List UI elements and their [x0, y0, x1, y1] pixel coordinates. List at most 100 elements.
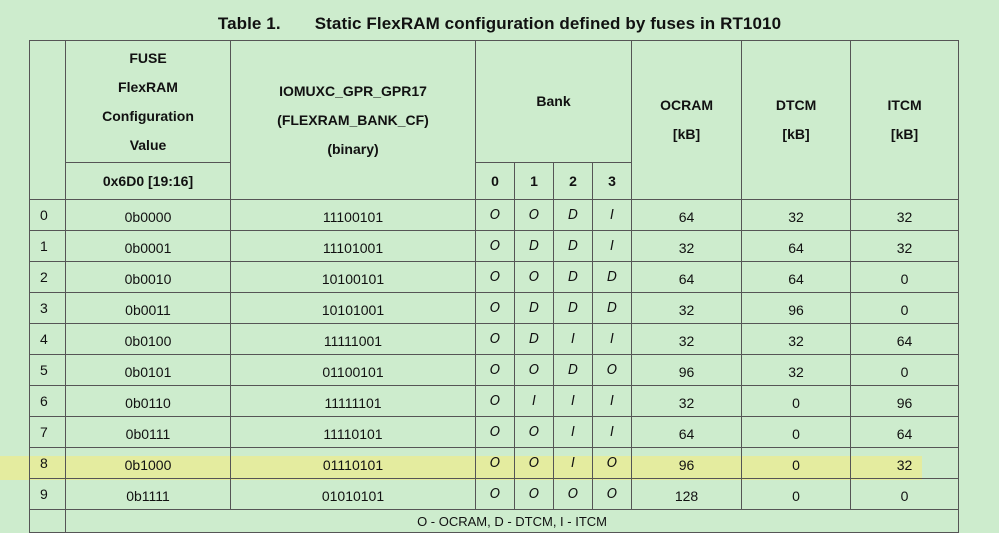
legend-empty-cell [29, 509, 66, 533]
bank-1-value: D [514, 323, 554, 355]
fuse-value: 0b0110 [65, 385, 231, 417]
register-header: IOMUXC_GPR_GPR17 (FLEXRAM_BANK_CF) (bina… [230, 40, 476, 200]
bank-1-value: D [514, 230, 554, 262]
ocram-header-line: OCRAM [660, 97, 713, 113]
dtcm-value: 0 [741, 385, 852, 417]
itcm-value: 32 [850, 230, 960, 262]
bank-0-value: O [475, 354, 515, 386]
fuse-header-line: Configuration [102, 107, 194, 124]
itcm-value: 64 [850, 323, 960, 355]
row-index: 1 [29, 230, 66, 262]
ocram-value: 96 [631, 447, 743, 479]
itcm-header-line: [kB] [890, 126, 919, 142]
itcm-value: 0 [850, 354, 960, 386]
fuse-value: 0b0111 [65, 416, 231, 448]
row-index: 6 [29, 385, 66, 417]
ocram-value: 64 [631, 261, 743, 293]
fuse-header-line: FlexRAM [118, 78, 178, 95]
dtcm-value: 32 [741, 199, 852, 231]
dtcm-value: 0 [741, 416, 852, 448]
bank-1-value: O [514, 261, 554, 293]
dtcm-value: 96 [741, 292, 852, 324]
fuse-value: 0b0010 [65, 261, 231, 293]
bank-1-value: O [514, 447, 554, 479]
fuse-value: 0b1000 [65, 447, 231, 479]
index-header-cell [29, 40, 66, 200]
fuse-value: 0b1111 [65, 478, 231, 510]
binary-value: 11100101 [230, 199, 476, 231]
binary-value: 01010101 [230, 478, 476, 510]
row-index: 5 [29, 354, 66, 386]
row-index: 8 [29, 447, 66, 479]
table-row: 5 0b0101 01100101 O O D O 96 32 0 [29, 354, 960, 386]
fuse-value: 0b0100 [65, 323, 231, 355]
bank-2-value: D [553, 354, 593, 386]
bank-2-value: D [553, 261, 593, 293]
ocram-header: OCRAM [kB] [631, 40, 743, 200]
table-row: 8 0b1000 01110101 O O I O 96 0 32 [29, 447, 960, 479]
fuse-value: 0b0001 [65, 230, 231, 262]
table-row: 4 0b0100 11111001 O D I I 32 32 64 [29, 323, 960, 355]
register-header-line: (binary) [327, 140, 379, 157]
bank-0-value: O [475, 478, 515, 510]
table-caption: Static FlexRAM configuration defined by … [314, 14, 782, 33]
itcm-value: 64 [850, 416, 960, 448]
itcm-value: 96 [850, 385, 960, 417]
bank-3-value: O [591, 354, 633, 386]
table-row: 1 0b0001 11101001 O D D I 32 64 32 [29, 230, 960, 262]
fuse-header: FUSE FlexRAM Configuration Value [65, 40, 231, 163]
fuse-value: 0b0101 [65, 354, 231, 386]
table-row: 7 0b0111 11110101 O O I I 64 0 64 [29, 416, 960, 448]
binary-value: 11101001 [230, 230, 476, 262]
binary-value: 10101001 [230, 292, 476, 324]
bank-3-value: I [591, 199, 633, 231]
row-index: 4 [29, 323, 66, 355]
dtcm-header-line: [kB] [782, 126, 810, 142]
binary-value: 11111101 [230, 385, 476, 417]
binary-value: 01100101 [230, 354, 476, 386]
row-index: 7 [29, 416, 66, 448]
binary-value: 01110101 [230, 447, 476, 479]
bank-0-value: O [475, 447, 515, 479]
bank-3-value: O [591, 478, 633, 510]
row-index: 0 [29, 199, 66, 231]
ocram-value: 128 [631, 478, 743, 510]
table-row: 9 0b1111 01010101 O O O O 128 0 0 [29, 478, 960, 510]
bank-3-value: D [591, 292, 633, 324]
itcm-value: 32 [850, 199, 960, 231]
itcm-header-line: ITCM [887, 97, 922, 113]
table-number: Table 1. [217, 14, 281, 33]
dtcm-value: 32 [741, 354, 852, 386]
itcm-value: 0 [850, 292, 960, 324]
table-row: 0 0b0000 11100101 O O D I 64 32 32 [29, 199, 960, 231]
itcm-value: 32 [850, 447, 960, 479]
flexram-config-table: FUSE FlexRAM Configuration Value IOMUXC_… [29, 40, 960, 533]
bank-3-value: D [591, 261, 633, 293]
binary-value: 11110101 [230, 416, 476, 448]
bank-3-value: I [591, 416, 633, 448]
ocram-value: 32 [631, 385, 743, 417]
register-header-line: (FLEXRAM_BANK_CF) [277, 111, 429, 128]
ocram-value: 64 [631, 416, 743, 448]
bank-2-value: O [553, 478, 593, 510]
table-row: 2 0b0010 10100101 O O D D 64 64 0 [29, 261, 960, 293]
bank-number-1: 1 [514, 162, 554, 200]
row-index: 9 [29, 478, 66, 510]
bank-0-value: O [475, 323, 515, 355]
fuse-address-header: 0x6D0 [19:16] [65, 162, 231, 200]
ocram-value: 32 [631, 292, 743, 324]
bank-0-value: O [475, 292, 515, 324]
itcm-header: ITCM [kB] [850, 40, 960, 200]
itcm-value: 0 [850, 261, 960, 293]
dtcm-value: 64 [741, 230, 852, 262]
bank-2-value: I [553, 447, 593, 479]
bank-2-value: I [553, 323, 593, 355]
binary-value: 11111001 [230, 323, 476, 355]
row-index: 2 [29, 261, 66, 293]
bank-2-value: I [553, 416, 593, 448]
table-title: Table 1. Static FlexRAM configuration def… [0, 14, 999, 34]
dtcm-value: 0 [741, 478, 852, 510]
bank-2-value: D [553, 199, 593, 231]
fuse-header-line: Value [129, 136, 167, 153]
dtcm-header: DTCM [kB] [741, 40, 852, 200]
